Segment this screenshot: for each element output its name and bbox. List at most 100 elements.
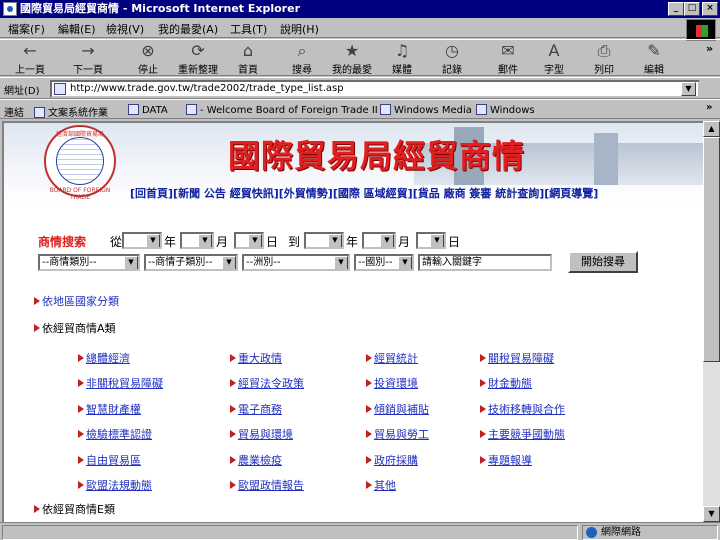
red-arrow-icon — [366, 405, 372, 413]
topic-link[interactable]: 智慧財產權 — [78, 401, 141, 417]
scroll-up-arrow-icon[interactable]: ▲ — [703, 121, 720, 137]
edit-button[interactable]: ✎ 編輯 — [626, 41, 682, 77]
link-item[interactable]: DATA — [128, 104, 168, 116]
forward-arrow-icon: → — [81, 41, 95, 60]
red-arrow-icon — [366, 430, 372, 438]
search-heading: 商情搜索 — [38, 235, 87, 249]
menu-file[interactable]: 檔案(F) — [8, 21, 45, 37]
menu-edit[interactable]: 編輯(E) — [58, 21, 96, 37]
country-select[interactable]: --國別-- — [354, 254, 414, 271]
topic-link[interactable]: 主要競爭國動態 — [480, 426, 565, 442]
from-year-select[interactable] — [122, 232, 162, 249]
ie-page-icon — [3, 2, 17, 16]
topic-link[interactable]: 總體經濟 — [78, 350, 130, 366]
topic-link[interactable]: 自由貿易區 — [78, 452, 141, 468]
topic-link[interactable]: 專題報導 — [480, 452, 532, 468]
favorites-button[interactable]: ★ 我的最愛 — [324, 41, 380, 77]
red-arrow-icon — [230, 354, 236, 362]
refresh-button[interactable]: ⟳ 重新整理 — [170, 42, 226, 77]
topic-link[interactable]: 投資環境 — [366, 375, 418, 391]
topic-link[interactable]: 財金動態 — [480, 375, 532, 391]
media-button[interactable]: ♫ 媒體 — [374, 42, 430, 77]
topic-link[interactable]: 政府採購 — [366, 452, 418, 468]
topic-link[interactable]: 關稅貿易障礙 — [480, 350, 554, 366]
menu-favorites[interactable]: 我的最愛(A) — [158, 21, 218, 37]
topic-link[interactable]: 農業檢疫 — [230, 452, 282, 468]
menu-tools[interactable]: 工具(T) — [230, 21, 267, 37]
continent-select[interactable]: --洲別-- — [242, 254, 350, 271]
from-month-select[interactable] — [180, 232, 214, 249]
windows-logo-icon — [686, 19, 716, 41]
stop-button[interactable]: ⊗ 停止 — [120, 42, 176, 77]
to-month-select[interactable] — [362, 232, 396, 249]
forward-button[interactable]: → 下一頁 — [60, 41, 116, 77]
close-button[interactable]: × — [702, 2, 718, 16]
scroll-down-arrow-icon[interactable]: ▼ — [703, 506, 720, 522]
vertical-scrollbar[interactable]: ▲ ▼ — [703, 121, 720, 522]
scroll-thumb[interactable] — [703, 137, 720, 362]
category-by-region[interactable]: 依地區國家分類 — [34, 293, 119, 309]
topic-link[interactable]: 經貿法令政策 — [230, 375, 304, 391]
security-zone-pane: 網際網路 — [582, 525, 718, 540]
zone-label: 網際網路 — [601, 527, 641, 538]
globe-icon — [56, 137, 104, 185]
red-arrow-icon — [366, 456, 372, 464]
title-bar[interactable]: 國際貿易局經貿商情 - Microsoft Internet Explorer … — [0, 0, 720, 18]
edit-icon: ✎ — [647, 41, 661, 60]
page-content: 經濟部國際貿易局 BOARD OF FOREIGN TRADE 國際貿易局經貿商… — [2, 121, 703, 522]
topic-link[interactable]: 經貿統計 — [366, 350, 418, 366]
font-button[interactable]: A 字型 — [526, 42, 582, 77]
subtype-select[interactable]: --商情子類別-- — [144, 254, 238, 271]
print-icon: ⎙ — [597, 41, 611, 60]
topic-link[interactable]: 歐盟法規動態 — [78, 477, 152, 493]
topic-link[interactable]: 其他 — [366, 477, 396, 493]
red-arrow-icon — [78, 354, 84, 362]
to-day-select[interactable] — [416, 232, 446, 249]
window-title: 國際貿易局經貿商情 - Microsoft Internet Explorer — [20, 2, 300, 15]
from-day-select[interactable] — [234, 232, 264, 249]
page-icon — [186, 104, 197, 115]
topic-link[interactable]: 技術移轉與合作 — [480, 401, 565, 417]
address-dropdown-chevron-icon[interactable]: ▼ — [681, 82, 696, 96]
red-arrow-icon — [78, 456, 84, 464]
link-item[interactable]: Windows Media — [380, 104, 472, 116]
link-item[interactable]: - Welcome Board of Foreign Trade II -- — [186, 104, 388, 116]
banner-nav[interactable]: [回首頁][新聞 公告 經貿快訊][外貿情勢][國際 區域經貿][貨品 廠商 簽… — [130, 185, 598, 201]
link-item[interactable]: Windows — [476, 104, 535, 116]
home-button[interactable]: ⌂ 首頁 — [220, 42, 276, 77]
links-bar: 連結 文案系統作業 DATA - Welcome Board of Foreig… — [0, 99, 720, 119]
links-overflow-chevron-icon[interactable]: » — [706, 102, 712, 113]
topic-link[interactable]: 電子商務 — [230, 401, 282, 417]
topic-link[interactable]: 傾銷與補貼 — [366, 401, 429, 417]
maximize-button[interactable]: □ — [684, 2, 700, 16]
red-arrow-icon — [230, 405, 236, 413]
keyword-input[interactable]: 請輸入關鍵字 — [418, 254, 552, 271]
page-icon — [476, 104, 487, 115]
link-item[interactable]: 文案系統作業 — [34, 104, 108, 119]
topic-link[interactable]: 貿易與環境 — [230, 426, 293, 442]
topic-link[interactable]: 貿易與勞工 — [366, 426, 429, 442]
menu-view[interactable]: 檢視(V) — [106, 21, 144, 37]
print-button[interactable]: ⎙ 列印 — [576, 41, 632, 77]
to-year-select[interactable] — [304, 232, 344, 249]
favorites-icon: ★ — [344, 41, 360, 60]
topic-link[interactable]: 非關稅貿易障礙 — [78, 375, 163, 391]
red-arrow-icon — [480, 354, 486, 362]
start-search-button[interactable]: 開始搜尋 — [568, 251, 638, 273]
menu-help[interactable]: 說明(H) — [280, 21, 319, 37]
minimize-button[interactable]: _ — [668, 2, 684, 16]
topic-link[interactable]: 重大政情 — [230, 350, 282, 366]
search-button[interactable]: ⌕ 搜尋 — [274, 42, 330, 77]
category-type-a[interactable]: 依經貿商情A類 — [34, 320, 116, 336]
back-button[interactable]: ← 上一頁 — [2, 42, 58, 77]
address-input[interactable]: http://www.trade.gov.tw/trade2002/trade_… — [50, 80, 700, 98]
topic-link[interactable]: 歐盟政情報告 — [230, 477, 304, 493]
type-select[interactable]: --商情類別-- — [38, 254, 140, 271]
topic-link[interactable]: 檢驗標準認證 — [78, 426, 152, 442]
category-type-e[interactable]: 依經貿商情E類 — [34, 501, 115, 517]
history-button[interactable]: ◷ 記錄 — [424, 42, 480, 77]
status-text-pane — [2, 525, 578, 540]
red-arrow-icon — [78, 481, 84, 489]
menu-bar: 檔案(F) 編輯(E) 檢視(V) 我的最愛(A) 工具(T) 說明(H) — [0, 18, 720, 38]
toolbar-overflow-chevron-icon[interactable]: » — [706, 42, 713, 55]
